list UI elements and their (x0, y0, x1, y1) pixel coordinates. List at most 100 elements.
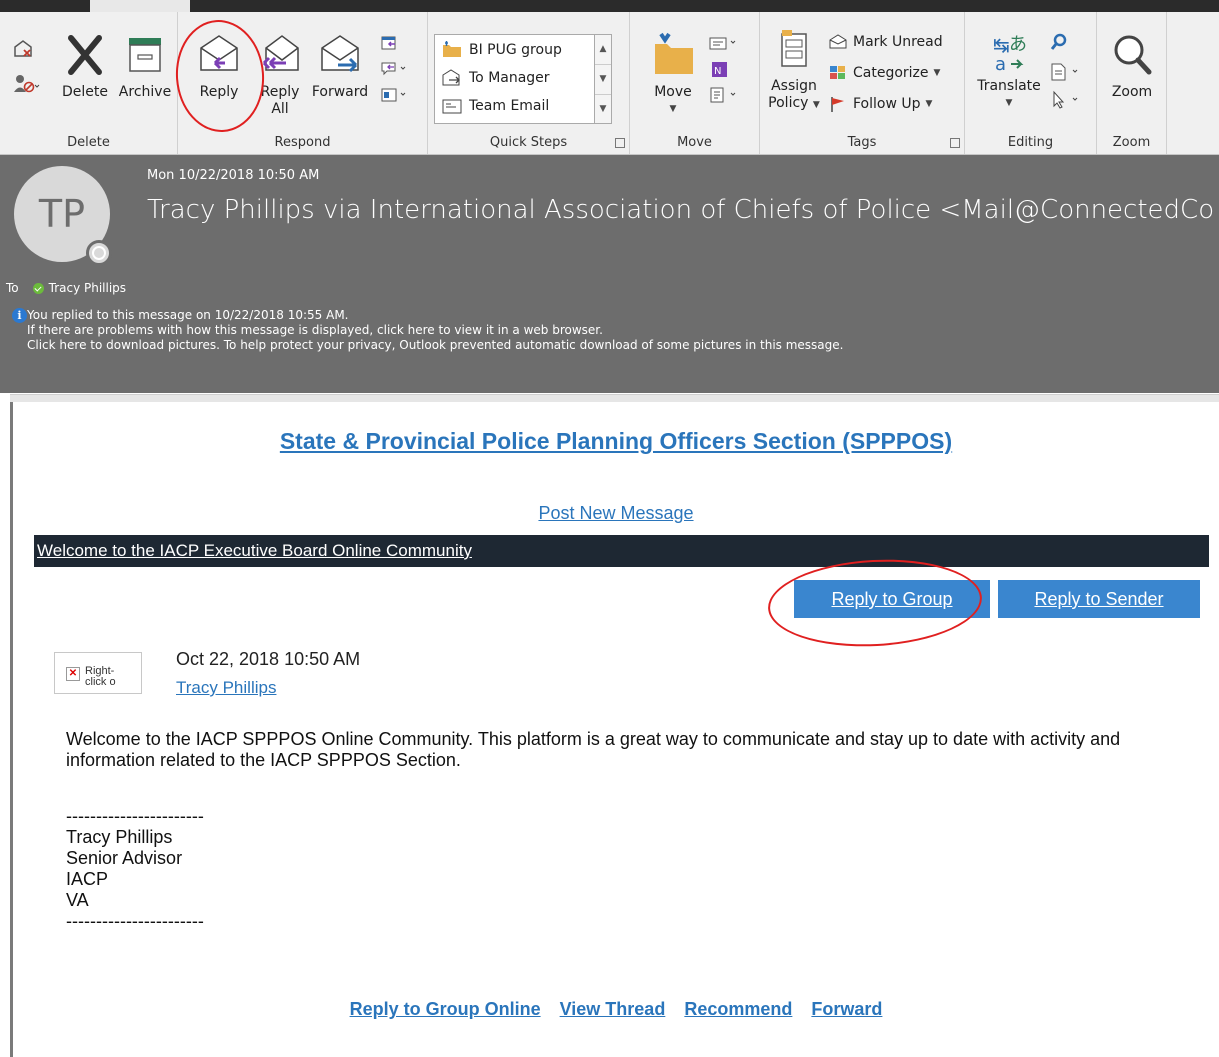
assign-policy-label-line2: Policy (768, 95, 809, 111)
translate-button[interactable]: ↹ あ a Translate ▼ (971, 30, 1047, 112)
broken-image-icon: ✕ (66, 667, 80, 681)
follow-up-label: Follow Up (853, 96, 921, 112)
post-author-link[interactable]: Tracy Phillips (176, 678, 276, 698)
info-line-download-pictures[interactable]: Click here to download pictures. To help… (14, 338, 843, 353)
group-label-quick-steps: Quick Steps (489, 135, 568, 150)
view-thread-link[interactable]: View Thread (560, 999, 666, 1019)
categorize-button[interactable]: Categorize ▼ (828, 64, 940, 82)
forward-link[interactable]: Forward (811, 999, 882, 1019)
presence-status-icon (86, 240, 112, 266)
ribbon-group-tags: Assign Policy ▼ Mark Unread Categorize ▼ (760, 12, 965, 154)
post-date: Oct 22, 2018 10:50 AM (176, 649, 361, 669)
flag-icon (831, 97, 844, 112)
junk-icon[interactable] (12, 72, 40, 94)
ribbon-group-zoom: Zoom Zoom (1097, 12, 1167, 154)
info-bar[interactable]: i You replied to this message on 10/22/2… (12, 308, 843, 353)
forward-to-manager-icon (442, 69, 460, 86)
ribbon-tab-message[interactable] (90, 0, 190, 12)
translate-dropdown-icon[interactable]: ▼ (971, 95, 1047, 112)
archive-icon (129, 38, 161, 72)
delete-label: Delete (62, 84, 108, 100)
archive-button[interactable]: Archive (114, 30, 176, 101)
window-title-strip (0, 0, 1219, 12)
info-line-replied: You replied to this message on 10/22/201… (27, 308, 349, 322)
mark-unread-label: Mark Unread (853, 34, 943, 50)
forward-icon (321, 35, 359, 73)
group-label-zoom: Zoom (1112, 135, 1151, 150)
recommend-link[interactable]: Recommend (684, 999, 792, 1019)
header-body-divider (10, 394, 1219, 402)
signature-line: ----------------------- (66, 806, 204, 826)
gallery-more-icon[interactable]: ▼ (595, 95, 611, 124)
team-email-icon (442, 99, 462, 114)
follow-up-button[interactable]: Follow Up ▼ (828, 95, 932, 113)
quick-step-team-email[interactable]: Team Email (441, 94, 549, 118)
assign-policy-label-line1: Assign (771, 78, 817, 94)
categorize-dropdown-icon[interactable]: ▼ (934, 68, 941, 78)
message-body: State & Provincial Police Planning Offic… (10, 402, 1219, 1057)
zoom-button[interactable]: Zoom (1101, 30, 1163, 101)
signature-line: ----------------------- (66, 911, 204, 931)
meeting-reply-icon[interactable] (380, 34, 398, 52)
group-label-move: Move (677, 135, 712, 150)
folder-move-icon (443, 41, 461, 57)
quick-steps-scrollbar[interactable]: ▲ ▼ ▼ (594, 35, 611, 123)
community-welcome-bar[interactable]: Welcome to the IACP Executive Board Onli… (34, 535, 1209, 567)
info-line-view-browser[interactable]: If there are problems with how this mess… (14, 323, 843, 338)
archive-label: Archive (118, 84, 172, 100)
onenote-icon[interactable]: N (708, 60, 730, 80)
delete-button[interactable]: Delete (56, 30, 114, 101)
section-title-link[interactable]: State & Provincial Police Planning Offic… (13, 428, 1219, 455)
select-cursor-icon[interactable] (1049, 90, 1081, 110)
move-folder-icon (655, 30, 693, 74)
post-new-message-link[interactable]: Post New Message (13, 503, 1219, 524)
post-text: Welcome to the IACP SPPPOS Online Commun… (66, 729, 1121, 770)
im-reply-icon[interactable] (380, 60, 408, 78)
related-icon[interactable] (1049, 62, 1081, 82)
sender-photo-placeholder[interactable]: ✕ Right-click o (54, 652, 142, 694)
reply-to-group-online-link[interactable]: Reply to Group Online (350, 999, 541, 1019)
group-label-tags: Tags (847, 135, 877, 150)
actions-icon[interactable] (708, 86, 738, 104)
scroll-up-icon[interactable]: ▲ (595, 35, 611, 65)
zoom-label: Zoom (1111, 84, 1153, 100)
more-respond-icon[interactable] (380, 86, 408, 104)
signature-name: Tracy Phillips (66, 827, 173, 847)
recipients-row: To Tracy Phillips (0, 281, 126, 295)
move-button[interactable]: Move ▼ (644, 30, 702, 118)
move-dropdown-icon[interactable]: ▼ (644, 101, 702, 118)
scroll-down-icon[interactable]: ▼ (595, 65, 611, 95)
assign-policy-dropdown-icon[interactable]: ▼ (813, 100, 820, 110)
assign-policy-button[interactable]: Assign Policy ▼ (764, 30, 824, 114)
forward-button[interactable]: Forward (308, 30, 372, 101)
translate-icon: ↹ あ a (993, 33, 1027, 74)
group-label-editing: Editing (1007, 135, 1054, 150)
quick-step-label: To Manager (469, 70, 550, 86)
rules-icon[interactable] (708, 34, 738, 52)
find-icon[interactable] (1049, 32, 1069, 52)
forward-label: Forward (311, 84, 369, 100)
mark-unread-button[interactable]: Mark Unread (828, 34, 943, 50)
signature: ----------------------- Tracy Phillips S… (66, 806, 204, 932)
move-label: Move (654, 84, 692, 100)
quick-step-to-manager[interactable]: To Manager (441, 66, 550, 90)
reply-to-sender-button[interactable]: Reply to Sender (998, 580, 1200, 618)
quick-step-label: BI PUG group (469, 42, 562, 58)
quick-step-bi-pug-group[interactable]: BI PUG group (441, 38, 562, 62)
categorize-icon (830, 66, 845, 79)
ignore-icon[interactable] (12, 38, 34, 60)
to-label: To (6, 281, 19, 295)
message-header: TP Mon 10/22/2018 10:50 AM Tracy Phillip… (0, 155, 1219, 393)
mark-unread-icon (829, 34, 847, 49)
zoom-magnifier-icon (1114, 35, 1152, 75)
ribbon-group-delete: Delete Archive Delete (0, 12, 178, 154)
recipient-name[interactable]: Tracy Phillips (49, 281, 126, 295)
tags-launcher-icon[interactable] (950, 138, 960, 148)
quick-steps-launcher-icon[interactable] (615, 138, 625, 148)
follow-up-dropdown-icon[interactable]: ▼ (926, 99, 933, 109)
ribbon-group-move: Move ▼ N Move (630, 12, 760, 154)
footer-links: Reply to Group Online View Thread Recomm… (13, 999, 1219, 1020)
sender-name[interactable]: Tracy Phillips via International Associa… (147, 195, 1214, 225)
ribbon-group-editing: ↹ あ a Translate ▼ Editing (965, 12, 1097, 154)
svg-text:N: N (714, 66, 721, 77)
